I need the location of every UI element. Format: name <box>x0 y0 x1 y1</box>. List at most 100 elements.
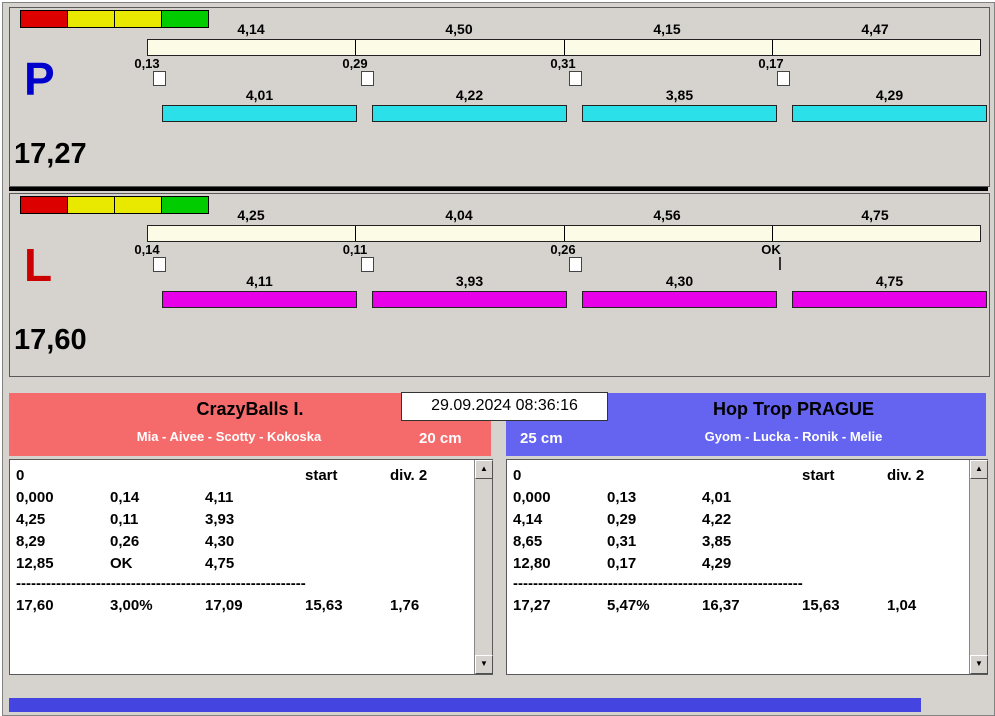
total-time: 17,60 <box>16 596 54 614</box>
run-time-label: 4,75 <box>875 273 904 289</box>
lane-letter-l: L <box>24 239 53 291</box>
split-time-label: 4,75 <box>861 207 889 223</box>
run-bar-segment <box>372 291 567 308</box>
table-row: 0,000 0,14 4,11 <box>16 486 470 508</box>
run-bar-segment <box>372 105 567 122</box>
start-column-label: start <box>802 466 835 484</box>
cumulative-time: 8,29 <box>16 532 46 550</box>
run-time-labels: 4,11 3,93 4,30 4,75 <box>162 273 987 289</box>
table-row: 4,25 0,11 3,93 <box>16 508 470 530</box>
run-time: 4,01 <box>702 488 732 506</box>
changeover-checkbox[interactable] <box>153 71 166 86</box>
changeover-time: OK <box>110 554 133 572</box>
scroll-up-icon: ▲ <box>975 464 983 473</box>
result-table-left: 0 start div. 2 0,000 0,14 4,11 4,25 0,11… <box>9 459 493 675</box>
scrollbar[interactable]: ▲ ▼ <box>969 460 988 674</box>
split-time-label: 4,14 <box>237 21 265 37</box>
changeover-checkbox[interactable] <box>569 257 582 272</box>
changeover-time: 0,29 <box>607 510 637 528</box>
table-row: 8,65 0,31 3,85 <box>513 530 965 552</box>
run-time: 4,75 <box>205 554 235 572</box>
split-time-label: 4,04 <box>445 207 473 223</box>
table-row: 4,14 0,29 4,22 <box>513 508 965 530</box>
run-time-label: 4,29 <box>875 87 904 103</box>
changeover-time: 0,13 <box>607 488 637 506</box>
run-bar-segment <box>162 105 357 122</box>
table-row: 8,29 0,26 4,30 <box>16 530 470 552</box>
table-row: 12,80 0,17 4,29 <box>513 552 965 574</box>
changeover-time: 0,17 <box>607 554 637 572</box>
split-bar-segment <box>356 40 565 55</box>
run-bar-segment <box>792 105 987 122</box>
team-name-right: Hop Trop PRAGUE <box>713 399 874 419</box>
start-column-label: start <box>305 466 338 484</box>
lane-letter-p: P <box>24 53 55 105</box>
team-members-left: Mia - Aivee - Scotty - Kokoska <box>136 429 322 444</box>
split-bar-segment <box>565 40 773 55</box>
cumulative-time: 4,25 <box>16 510 46 528</box>
split-time-label: 4,25 <box>237 207 265 223</box>
scrollbar[interactable]: ▲ ▼ <box>474 460 493 674</box>
changeover-checkbox[interactable] <box>153 257 166 272</box>
table-totals-row: 17,27 5,47% 16,37 15,63 1,04 <box>513 594 965 616</box>
changeover-time-label: 0,17 <box>758 56 784 71</box>
jump-height-left: 20 cm <box>419 430 462 447</box>
run-time: 3,85 <box>702 532 732 550</box>
changeover-checkbox[interactable] <box>569 71 582 86</box>
cumulative-time: 0,000 <box>513 488 551 506</box>
changeover-time-label: 0,14 <box>134 242 160 257</box>
run-time: 4,29 <box>702 554 732 572</box>
run-time-label: 3,93 <box>455 273 484 289</box>
split-bar-segment <box>148 40 357 55</box>
changeover-time-label: 0,13 <box>134 56 160 71</box>
cumulative-time: 0,000 <box>16 488 54 506</box>
table-totals-row: 17,60 3,00% 17,09 15,63 1,76 <box>16 594 470 616</box>
table-row: 0,000 0,13 4,01 <box>513 486 965 508</box>
run-time-label: 3,85 <box>665 87 694 103</box>
scroll-up-button[interactable]: ▲ <box>475 460 493 479</box>
scroll-up-button[interactable]: ▲ <box>970 460 988 479</box>
division-value: 1,04 <box>887 596 917 614</box>
run-time: 4,11 <box>205 488 234 506</box>
start-value: 15,63 <box>802 596 840 614</box>
faults-count: 0 <box>16 466 25 484</box>
changeover-ok-label: OK <box>761 242 781 257</box>
total-percent: 5,47% <box>607 596 650 614</box>
run-bar-segment <box>162 291 357 308</box>
start-light-yellow-1 <box>67 196 115 214</box>
datetime-display: 29.09.2024 08:36:16 <box>401 392 608 421</box>
lane-divider <box>9 187 988 191</box>
division-value: 1,76 <box>390 596 420 614</box>
lane-total-p: 17,27 <box>14 138 87 170</box>
changeover-checkbox[interactable] <box>777 71 790 86</box>
scroll-up-icon: ▲ <box>480 464 488 473</box>
changeover-time-label: 0,11 <box>342 242 368 257</box>
jump-height-right: 25 cm <box>520 430 563 447</box>
table-header-row: 0 start div. 2 <box>513 464 965 486</box>
run-time: 3,93 <box>205 510 235 528</box>
lane-panel-l: L 4,25 4,04 4,56 4,75 0,14 0,11 0,26 OK … <box>9 193 990 377</box>
run-time-labels: 4,01 4,22 3,85 4,29 <box>162 87 987 103</box>
division-label: div. 2 <box>390 466 428 484</box>
cumulative-time: 4,14 <box>513 510 543 528</box>
result-table-right: 0 start div. 2 0,000 0,13 4,01 4,14 0,29… <box>506 459 988 675</box>
faults-count: 0 <box>513 466 522 484</box>
changeover-time-label: 0,26 <box>550 242 576 257</box>
scroll-down-button[interactable]: ▼ <box>475 655 493 674</box>
changeover-checkbox[interactable] <box>361 257 374 272</box>
table-content: 0 start div. 2 0,000 0,14 4,11 4,25 0,11… <box>16 464 470 616</box>
changeover-time: 0,14 <box>110 488 140 506</box>
run-time-label: 4,30 <box>665 273 694 289</box>
changeover-time-label: 0,31 <box>550 56 576 71</box>
split-time-label: 4,50 <box>445 21 473 37</box>
run-time-label: 4,01 <box>245 87 274 103</box>
team-members-right: Gyom - Lucka - Ronik - Melie <box>704 429 883 444</box>
run-bar-segment <box>582 105 777 122</box>
run-bars <box>162 105 987 122</box>
split-time-labels: 4,14 4,50 4,15 4,47 <box>147 21 979 37</box>
table-header-row: 0 start div. 2 <box>16 464 470 486</box>
table-content: 0 start div. 2 0,000 0,13 4,01 4,14 0,29… <box>513 464 965 616</box>
changeover-checkbox[interactable] <box>361 71 374 86</box>
start-light-red <box>20 196 68 214</box>
scroll-down-button[interactable]: ▼ <box>970 655 988 674</box>
